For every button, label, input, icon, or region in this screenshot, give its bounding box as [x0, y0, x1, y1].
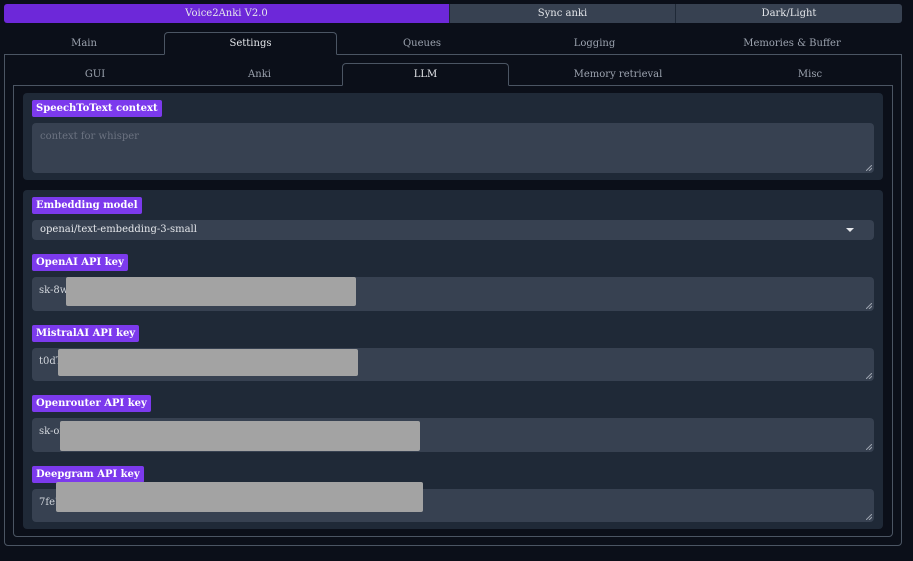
embedding-model-dropdown[interactable]: openai/text-embedding-3-small: [32, 220, 874, 240]
resize-handle-icon[interactable]: [866, 373, 872, 379]
resize-handle-icon[interactable]: [866, 514, 872, 520]
redaction-mask: [56, 482, 423, 512]
chevron-down-icon: [846, 228, 854, 232]
subtab-anki[interactable]: Anki: [177, 63, 342, 86]
openai-key-input[interactable]: sk-8wv: [32, 277, 874, 311]
settings-sub-tabs: GUI Anki LLM Memory retrieval Misc: [13, 63, 893, 86]
subtab-gui[interactable]: GUI: [13, 63, 177, 86]
redaction-mask: [58, 349, 358, 376]
stt-context-textarea[interactable]: context for whisper: [32, 123, 874, 173]
stt-context-group: SpeechToText context context for whisper: [23, 93, 883, 180]
redaction-mask: [66, 277, 356, 306]
resize-handle-icon[interactable]: [866, 165, 872, 171]
app-title-button[interactable]: Voice2Anki V2.0: [4, 4, 450, 23]
deepgram-key-label: Deepgram API key: [32, 466, 144, 483]
openrouter-key-input[interactable]: sk-or: [32, 418, 874, 452]
embedding-model-value: openai/text-embedding-3-small: [40, 224, 197, 235]
mistral-key-label: MistralAI API key: [32, 325, 140, 342]
tab-main[interactable]: Main: [4, 32, 164, 55]
redaction-mask: [60, 421, 420, 451]
api-keys-group: Embedding model openai/text-embedding-3-…: [23, 190, 883, 529]
embedding-model-label: Embedding model: [32, 197, 142, 214]
openrouter-key-label: Openrouter API key: [32, 395, 151, 412]
main-tabs: Main Settings Queues Logging Memories & …: [4, 32, 902, 55]
subtab-llm[interactable]: LLM: [342, 63, 509, 86]
stt-context-label: SpeechToText context: [32, 100, 162, 117]
sync-anki-button[interactable]: Sync anki: [450, 4, 676, 23]
openai-key-label: OpenAI API key: [32, 254, 128, 271]
tab-queues[interactable]: Queues: [337, 32, 507, 55]
deepgram-key-input[interactable]: 7fe7: [32, 482, 874, 522]
resize-handle-icon[interactable]: [866, 444, 872, 450]
stt-context-placeholder: context for whisper: [40, 131, 139, 142]
tab-memories-buffer[interactable]: Memories & Buffer: [682, 32, 902, 55]
tab-settings[interactable]: Settings: [164, 32, 337, 55]
subtab-misc[interactable]: Misc: [727, 63, 893, 86]
resize-handle-icon[interactable]: [866, 303, 872, 309]
tab-logging[interactable]: Logging: [507, 32, 682, 55]
subtab-memory-retrieval[interactable]: Memory retrieval: [509, 63, 727, 86]
top-bar: Voice2Anki V2.0 Sync anki Dark/Light: [4, 4, 902, 23]
theme-toggle-button[interactable]: Dark/Light: [676, 4, 902, 23]
mistral-key-input[interactable]: t0dT: [32, 348, 874, 381]
